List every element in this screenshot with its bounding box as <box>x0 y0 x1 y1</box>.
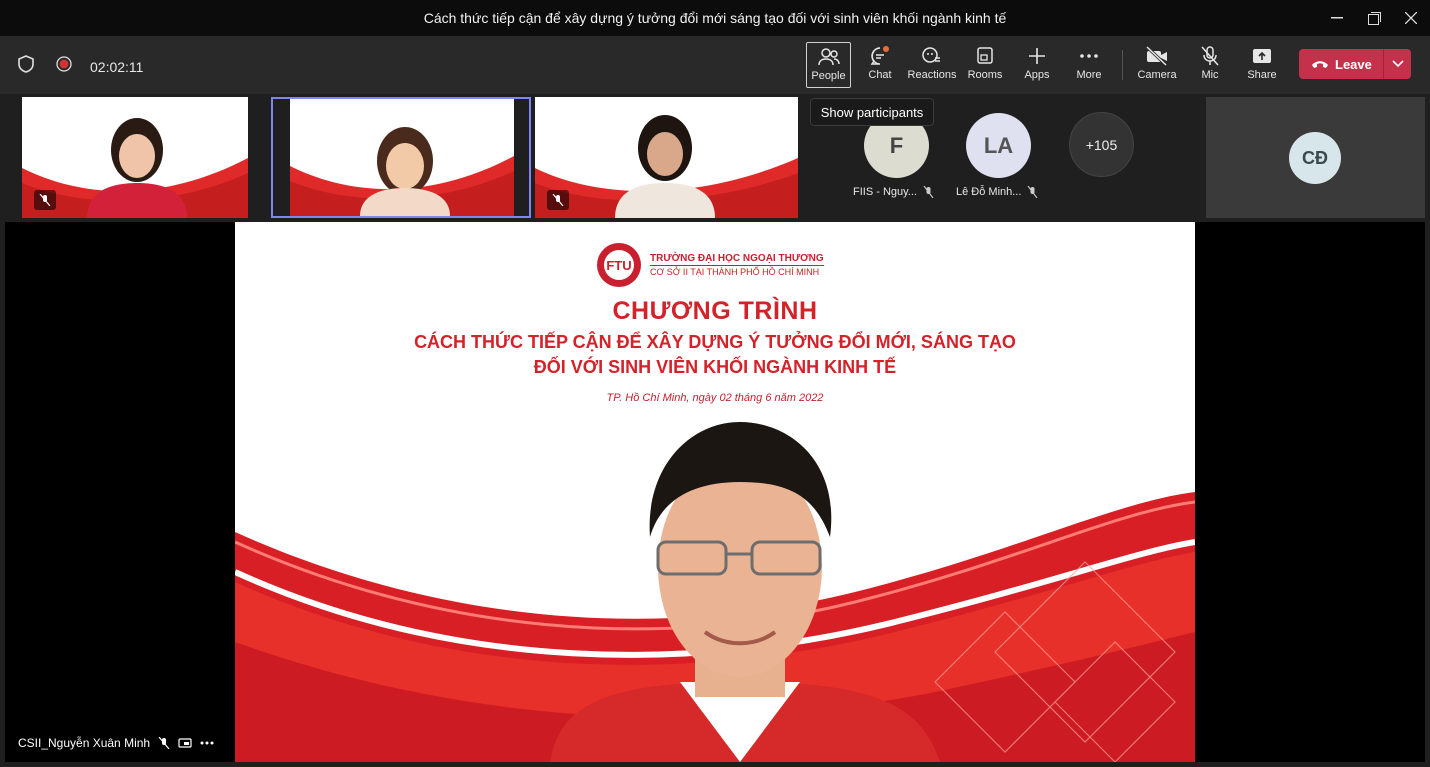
apps-label: Apps <box>1024 69 1050 81</box>
mic-button[interactable]: Mic <box>1187 42 1233 88</box>
school-logo-block: FTU TRƯỜNG ĐẠI HỌC NGOẠI THƯƠNG CƠ SỞ II… <box>596 242 824 288</box>
school-name: TRƯỜNG ĐẠI HỌC NGOẠI THƯƠNG <box>650 253 824 264</box>
participant-video-tile[interactable] <box>22 97 248 218</box>
slide-heading: CHƯƠNG TRÌNH <box>612 297 818 325</box>
shield-icon[interactable] <box>16 54 36 79</box>
more-label: More <box>1076 69 1102 81</box>
pin-icon <box>178 738 192 748</box>
chat-button[interactable]: Chat <box>857 42 903 88</box>
slide-subtitle-line2: ĐỐI VỚI SINH VIÊN KHỐI NGÀNH KINH TẾ <box>533 357 897 377</box>
more-participants-button[interactable]: +105 <box>1069 112 1134 177</box>
participant-video <box>360 127 450 216</box>
more-options-icon[interactable] <box>200 741 214 745</box>
restore-button[interactable] <box>1361 6 1387 30</box>
participant-name: Lê Đỗ Minh... <box>956 186 1038 198</box>
plus-icon <box>1029 48 1045 64</box>
toolbar-divider <box>1122 50 1123 80</box>
avatar[interactable]: LA <box>966 113 1031 178</box>
phone-hangup-icon <box>1312 61 1328 68</box>
participant-video <box>615 115 715 218</box>
meeting-toolbar: 02:02:11 People Chat Reactions Rooms App… <box>0 36 1430 94</box>
share-label: Share <box>1247 69 1277 81</box>
shared-slide: FTU TRƯỜNG ĐẠI HỌC NGOẠI THƯƠNG CƠ SỞ II… <box>235 222 1195 762</box>
participant-name: FIIS - Nguy... <box>853 186 934 198</box>
campus-name: CƠ SỞ II TẠI THÀNH PHỐ HỒ CHÍ MINH <box>650 265 824 278</box>
speaker-name: CSII_Nguyễn Xuân Minh <box>18 736 151 750</box>
mic-off-icon <box>158 737 170 749</box>
speaker-video <box>550 422 940 762</box>
leave-label: Leave <box>1335 56 1372 72</box>
minimize-button[interactable] <box>1324 6 1350 30</box>
slide-subtitle-line1: CÁCH THỨC TIẾP CẬN ĐỂ XÂY DỰNG Ý TƯỞNG Đ… <box>414 332 1016 352</box>
mic-off-icon <box>1201 46 1219 66</box>
people-icon <box>817 48 840 66</box>
meeting-timer: 02:02:11 <box>90 58 144 75</box>
close-button[interactable] <box>1398 6 1424 30</box>
avatar: CĐ <box>1289 132 1341 184</box>
participant-name-text: Lê Đỗ Minh... <box>956 186 1022 198</box>
title-bar: Cách thức tiếp cận để xây dựng ý tưởng đ… <box>0 0 1430 36</box>
people-label: People <box>811 70 846 82</box>
main-video-stage: FTU TRƯỜNG ĐẠI HỌC NGOẠI THƯƠNG CƠ SỞ II… <box>5 222 1425 762</box>
participant-tile-pinned[interactable]: CĐ <box>1206 97 1425 218</box>
school-logo-icon: FTU <box>597 243 641 287</box>
chat-icon <box>870 46 889 65</box>
more-icon <box>1080 54 1098 58</box>
recording-icon <box>56 56 72 77</box>
avatar-initials: LA <box>983 132 1014 158</box>
participant-video-tile[interactable] <box>535 97 798 218</box>
reactions-label: Reactions <box>907 69 957 81</box>
rooms-button[interactable]: Rooms <box>962 42 1008 88</box>
overflow-count: +105 <box>1085 136 1118 153</box>
mic-off-icon <box>547 190 569 210</box>
leave-options-button[interactable] <box>1384 60 1411 68</box>
chat-label: Chat <box>868 69 892 81</box>
avatar-initials: F <box>889 132 904 158</box>
camera-label: Camera <box>1137 69 1177 81</box>
rooms-label: Rooms <box>967 69 1003 81</box>
apps-button[interactable]: Apps <box>1014 42 1060 88</box>
svg-text:FTU: FTU <box>606 258 631 273</box>
camera-button[interactable]: Camera <box>1134 42 1180 88</box>
chevron-down-icon <box>1391 60 1404 68</box>
mic-off-icon <box>1027 186 1038 198</box>
share-button[interactable]: Share <box>1239 42 1285 88</box>
rooms-icon <box>977 47 993 64</box>
participant-name-text: FIIS - Nguy... <box>853 186 917 198</box>
mic-off-icon <box>34 190 56 210</box>
reactions-button[interactable]: Reactions <box>907 42 957 88</box>
reactions-icon <box>922 47 940 63</box>
speaker-name-tag: CSII_Nguyễn Xuân Minh <box>18 736 214 750</box>
mic-off-icon <box>923 186 934 198</box>
slide-date: TP. Hồ Chí Minh, ngày 02 tháng 6 năm 202… <box>606 392 824 404</box>
participant-video <box>87 118 187 218</box>
tooltip: Show participants <box>810 98 934 126</box>
avatar-initials: CĐ <box>1302 147 1328 168</box>
people-button[interactable]: People <box>806 42 851 88</box>
share-icon <box>1253 49 1271 63</box>
more-button[interactable]: More <box>1066 42 1112 88</box>
mic-label: Mic <box>1201 69 1219 81</box>
window-title: Cách thức tiếp cận để xây dựng ý tưởng đ… <box>423 10 1007 26</box>
leave-button[interactable]: Leave <box>1299 49 1411 79</box>
participant-video-tile-selected[interactable] <box>271 97 531 218</box>
camera-off-icon <box>1145 46 1168 66</box>
